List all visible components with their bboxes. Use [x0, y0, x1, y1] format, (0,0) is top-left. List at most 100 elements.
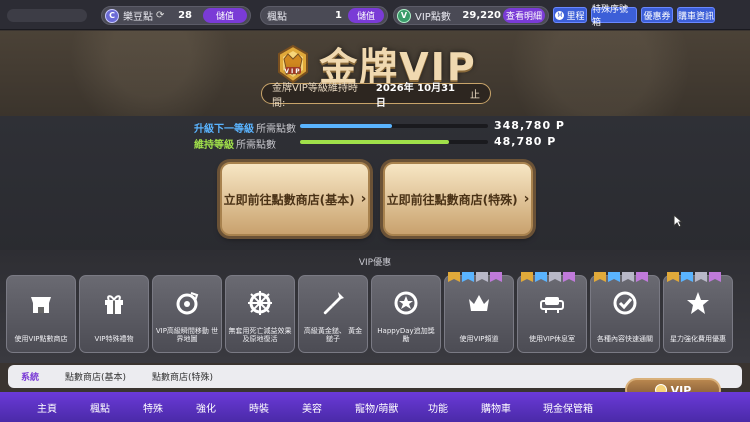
benefit-label: 無套用死亡減益效果 及原地復活 — [228, 326, 292, 344]
menu-pill[interactable] — [7, 9, 87, 22]
nav-cash-storage[interactable]: 現金保管箱 — [543, 400, 593, 415]
upgrade-suffix: 所需點數 — [256, 124, 296, 135]
vip-coin-icon: V — [397, 8, 411, 23]
nav-maple[interactable]: 楓點 — [90, 400, 110, 415]
benefit-card[interactable]: VIP特殊禮物 — [79, 275, 149, 353]
gift-icon — [99, 288, 129, 318]
tier-flag-icon — [636, 272, 648, 282]
shop-basic-label: 立即前往點數商店(基本) — [223, 192, 355, 207]
maintain-level-label: 維持等級 — [194, 140, 234, 151]
sofa-icon — [537, 288, 567, 318]
maintain-period: 金牌VIP等級維持時間: 2026年 10月31日 止 — [261, 83, 491, 109]
benefit-card[interactable]: 星力強化費用優惠 — [663, 272, 733, 353]
benefit-label: VIP高級瞬間移動 世界地圖 — [155, 326, 219, 344]
tier-flag-icon — [490, 272, 502, 282]
tier-flag-icon — [695, 272, 707, 282]
benefit-card[interactable]: 使用VIP頻道 — [444, 272, 514, 353]
benefit-card[interactable]: 各種內容快速通關 — [590, 272, 660, 353]
tier-flag-icon — [563, 272, 575, 282]
bean-value: 28 — [178, 10, 192, 21]
benefit-card[interactable]: 高級黃金鎚、 黃金鎚子 — [298, 275, 368, 353]
benefit-card[interactable]: 使用VIP休息室 — [517, 272, 587, 353]
benefit-card[interactable]: VIP高級瞬間移動 世界地圖 — [152, 275, 222, 353]
star-icon — [683, 288, 713, 318]
bottom-nav: 主頁 楓點 特殊 強化 時裝 美容 寵物/萌獸 功能 購物車 現金保管箱 — [0, 392, 750, 422]
tier-flag-icon — [549, 272, 561, 282]
wheel-icon — [245, 288, 275, 318]
upgrade-row: 升級下一等級 所需點數 — [194, 120, 296, 135]
maintain-date: 2026年 10月31日 — [375, 82, 456, 109]
tier-flag-icon — [622, 272, 634, 282]
nav-special[interactable]: 特殊 — [143, 400, 163, 415]
tier-flags — [667, 272, 721, 282]
crown-icon — [464, 288, 494, 318]
vip-points-label: VIP點數 — [415, 12, 451, 23]
tier-flag-icon — [667, 272, 679, 282]
maple-currency: 楓點 1 儲值 — [260, 6, 388, 25]
mouse-cursor-icon — [673, 214, 683, 228]
shop-basic-button[interactable]: 立即前往點數商店(基本) › — [220, 162, 370, 236]
maintain-points: 48,780 P — [494, 135, 557, 148]
benefits-title: VIP優惠 — [358, 258, 392, 268]
tier-flag-icon — [476, 272, 488, 282]
svg-text:VIP: VIP — [285, 68, 302, 75]
tier-flag-icon — [709, 272, 721, 282]
benefit-label: 使用VIP頻道 — [459, 335, 499, 344]
chevron-right-icon: › — [360, 191, 367, 207]
tier-flag-icon — [608, 272, 620, 282]
nav-home[interactable]: 主頁 — [37, 400, 57, 415]
benefit-label: HappyDay追加獎勵 — [377, 326, 435, 344]
nav-function[interactable]: 功能 — [428, 400, 448, 415]
tier-flag-icon — [681, 272, 693, 282]
mileage-button[interactable]: M 里程 — [553, 7, 587, 23]
tab-shop-special[interactable]: 點數商店(特殊) — [139, 370, 226, 383]
refresh-icon[interactable]: ⟳ — [156, 10, 164, 21]
benefit-label: 高級黃金鎚、 黃金鎚子 — [303, 326, 363, 344]
benefit-label: 星力強化費用優惠 — [670, 335, 726, 344]
top-bar: C 樂豆點 ⟳ 28 儲值 楓點 1 儲值 V VIP點數 29,220 查看明… — [0, 0, 750, 30]
tier-flags — [594, 272, 648, 282]
teleport-icon — [172, 288, 202, 318]
nav-pet[interactable]: 寵物/萌獸 — [355, 400, 398, 415]
tab-system[interactable]: 系統 — [8, 370, 52, 383]
bean-label: 樂豆點 — [123, 12, 153, 23]
nav-fashion[interactable]: 時裝 — [249, 400, 269, 415]
nav-enhance[interactable]: 強化 — [196, 400, 216, 415]
car-info-button[interactable]: 購車資訊 — [677, 7, 715, 23]
mileage-icon: M — [555, 10, 565, 20]
maintain-label: 金牌VIP等級維持時間: — [272, 82, 358, 109]
benefit-card[interactable]: 使用VIP點數商店 — [6, 275, 76, 353]
vip-currency: V VIP點數 29,220 查看明細 — [393, 6, 549, 25]
tier-flags — [448, 272, 502, 282]
shop-special-button[interactable]: 立即前往點數商店(特殊) › — [383, 162, 533, 236]
upgrade-progress-bar — [300, 124, 488, 128]
special-serial-button[interactable]: 特殊序號箱 — [591, 5, 637, 28]
vip-details-button[interactable]: 查看明細 — [503, 8, 545, 23]
upgrade-label: 升級下一等級 — [194, 124, 254, 135]
progress-section — [0, 116, 750, 254]
tier-flag-icon — [462, 272, 474, 282]
maple-topup-button[interactable]: 儲值 — [348, 8, 384, 23]
tab-shop-basic[interactable]: 點數商店(基本) — [52, 370, 139, 383]
chevron-right-icon: › — [523, 191, 530, 207]
maple-value: 1 — [335, 10, 342, 21]
store-icon — [26, 288, 56, 318]
tier-flag-icon — [521, 272, 533, 282]
mileage-label: 里程 — [566, 11, 585, 22]
tier-flags — [521, 272, 575, 282]
maintain-level-suffix: 所需點數 — [236, 140, 276, 151]
bean-topup-button[interactable]: 儲值 — [203, 8, 247, 23]
benefit-card[interactable]: HappyDay追加獎勵 — [371, 275, 441, 353]
benefit-card[interactable]: 無套用死亡減益效果 及原地復活 — [225, 275, 295, 353]
shovel-icon — [318, 288, 348, 318]
upgrade-points: 348,780 P — [494, 119, 565, 132]
maintain-progress-bar — [300, 140, 488, 144]
benefit-cards: 使用VIP點數商店 VIP特殊禮物 VIP高級瞬間移動 世界地圖 無套用死亡減益效果 … — [6, 272, 733, 353]
tier-flag-icon — [594, 272, 606, 282]
vip-crown-icon: VIP — [278, 44, 309, 83]
coupon-button[interactable]: 優惠券 — [641, 7, 673, 23]
nav-cart[interactable]: 購物車 — [481, 400, 511, 415]
nav-beauty[interactable]: 美容 — [302, 400, 322, 415]
maintain-end: 止 — [470, 90, 480, 101]
maple-label: 楓點 — [267, 12, 287, 23]
